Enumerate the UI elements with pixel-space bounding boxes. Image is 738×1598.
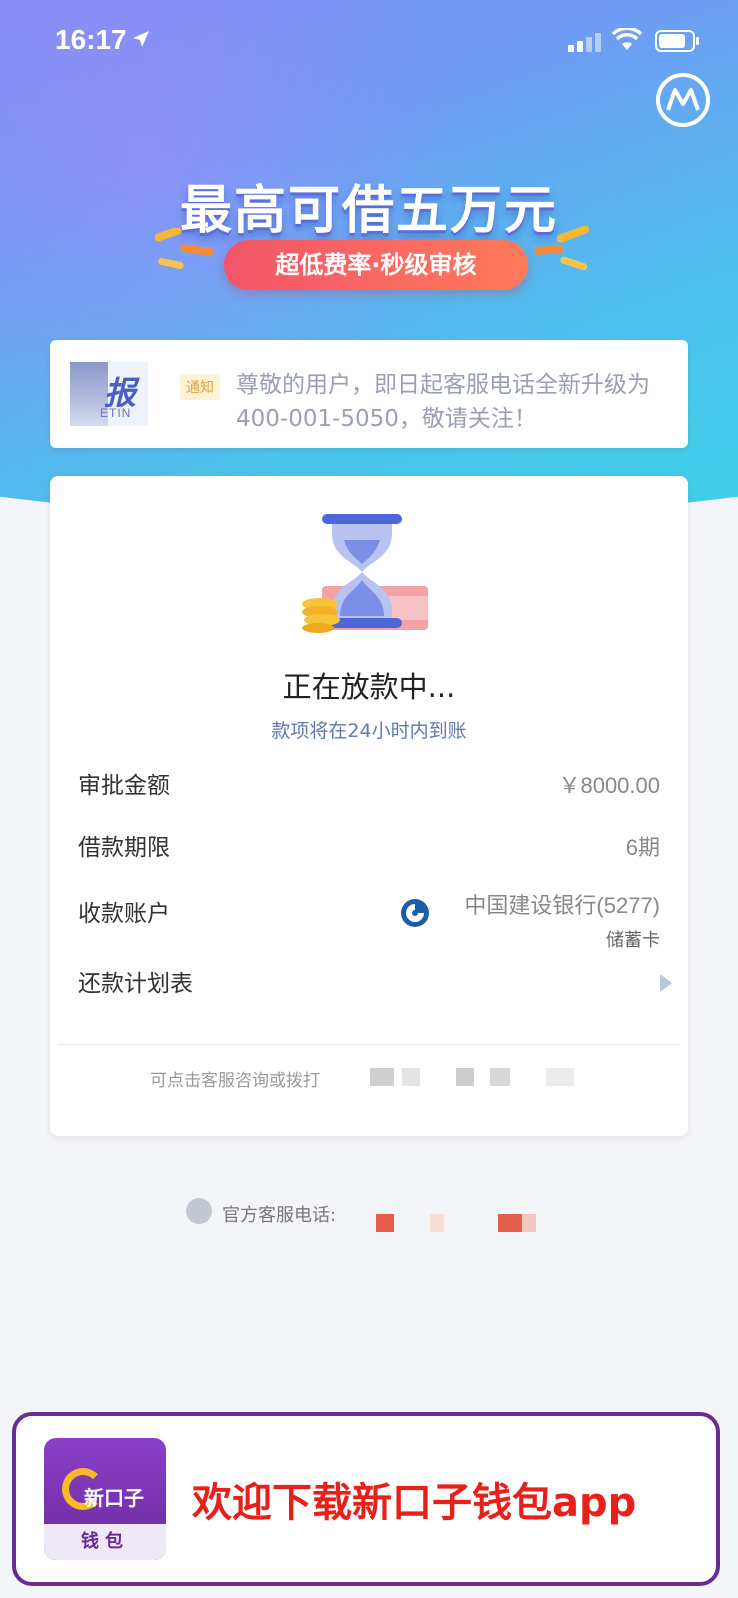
- redacted-block: [490, 1068, 510, 1086]
- hourglass-icon: [302, 514, 428, 633]
- m-logo-icon[interactable]: [655, 72, 711, 128]
- row-approved-amount: 审批金额 ￥8000.00: [78, 766, 660, 806]
- hero-headline: 最高可借五万元: [179, 181, 558, 241]
- redacted-block: [370, 1068, 394, 1086]
- support-phone-label: 官方客服电话:: [222, 1205, 337, 1226]
- approved-amount-value: ￥8000.00: [558, 773, 660, 798]
- ccb-bank-icon: [401, 899, 429, 927]
- notice-text: 尊敬的用户，即日起客服电话全新升级为400-001-5050，敬请关注！: [236, 372, 650, 432]
- approved-amount-label: 审批金额: [78, 773, 170, 799]
- repayment-schedule-label[interactable]: 还款计划表: [78, 964, 193, 998]
- thumbnail-caption: ETIN: [100, 406, 132, 420]
- redacted-block: [430, 1214, 444, 1232]
- location-arrow-icon: [133, 31, 149, 47]
- loan-term-label: 借款期限: [78, 835, 170, 861]
- redacted-block: [522, 1214, 536, 1232]
- receiving-account-value: 中国建设银行(5277): [464, 893, 660, 918]
- receiving-account-type: 储蓄卡: [606, 930, 660, 951]
- redacted-block: [402, 1068, 420, 1086]
- row-repayment-schedule[interactable]: 还款计划表: [78, 964, 672, 1004]
- loan-status-title: 正在放款中...: [282, 670, 456, 704]
- app-logo-name: 新口子: [84, 1486, 144, 1510]
- notice-thumbnail: 报 ETIN: [70, 362, 148, 426]
- right-sparkle-icon: [534, 226, 590, 271]
- card-divider: [58, 1044, 680, 1045]
- redacted-block: [456, 1068, 474, 1086]
- notice-tag: 通知: [180, 374, 220, 400]
- row-receiving-account: 收款账户 中国建设银行(5277) 储蓄卡: [78, 893, 660, 954]
- app-logo-subtitle: 钱包: [44, 1524, 166, 1560]
- status-time: 16:17: [55, 24, 127, 55]
- redacted-block: [376, 1214, 394, 1232]
- phone-icon: [186, 1198, 212, 1224]
- battery-icon: [655, 30, 699, 52]
- status-bar: 16:17: [0, 0, 738, 80]
- redacted-block: [498, 1214, 522, 1232]
- download-app-text[interactable]: 欢迎下载新口子钱包app: [192, 1470, 636, 1528]
- cellular-signal-icon: [568, 33, 601, 52]
- redacted-block: [546, 1068, 574, 1086]
- row-loan-term: 借款期限 6期: [78, 828, 660, 868]
- notice-banner[interactable]: 报 ETIN 通知 尊敬的用户，即日起客服电话全新升级为400-001-5050…: [50, 340, 688, 448]
- loan-status-card: 正在放款中... 款项将在24小时内到账 审批金额 ￥8000.00 借款期限 …: [50, 476, 688, 1136]
- loan-status-subtitle: 款项将在24小时内到账: [271, 720, 467, 742]
- app-logo-icon[interactable]: 新口子 钱包: [44, 1438, 166, 1560]
- download-app-banner[interactable]: 新口子 钱包 欢迎下载新口子钱包app: [12, 1412, 720, 1586]
- left-sparkle-icon: [154, 228, 214, 269]
- contact-hint: 可点击客服咨询或拨打: [150, 1071, 320, 1091]
- receiving-account-label: 收款账户: [78, 901, 170, 927]
- chevron-right-icon[interactable]: [660, 974, 672, 992]
- hero-feature-pill: 超低费率·秒级审核: [224, 240, 528, 290]
- wifi-icon: [612, 28, 642, 50]
- loan-term-value: 6期: [625, 835, 660, 860]
